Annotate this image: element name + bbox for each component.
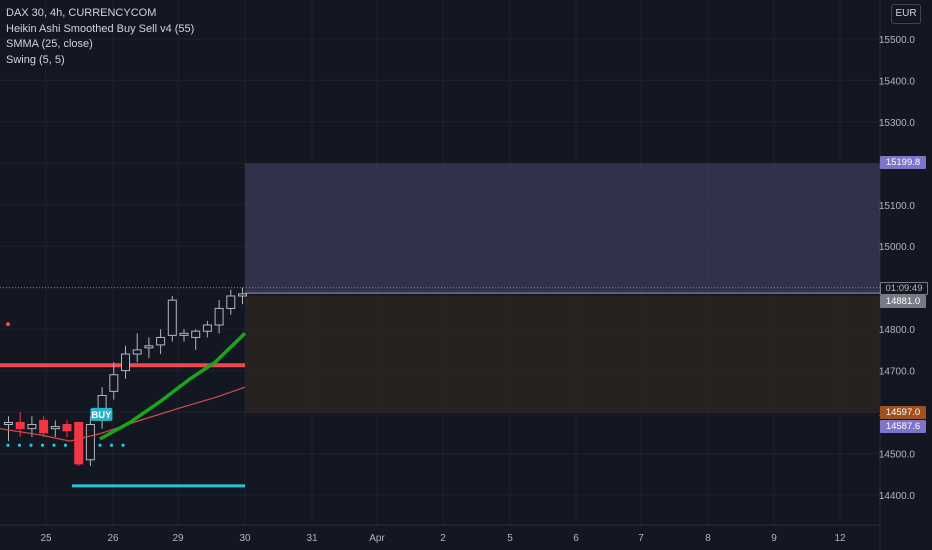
candle-body: [191, 330, 201, 338]
x-tick-label: 9: [771, 533, 777, 544]
x-tick-label: 25: [40, 533, 52, 544]
candle-body: [179, 332, 189, 336]
indicator-heikin-ashi[interactable]: Heikin Ashi Smoothed Buy Sell v4 (55): [6, 22, 194, 38]
swing-high-dot: [6, 322, 10, 327]
candle-body: [214, 307, 224, 326]
candle-body: [85, 424, 95, 461]
x-tick-label: 6: [573, 533, 579, 544]
x-tick-label: 2: [440, 533, 446, 544]
indicator-swing[interactable]: Swing (5, 5): [6, 53, 194, 69]
x-tick-label: 30: [239, 533, 251, 544]
upper-zone-price-tag: 15199.8: [880, 156, 926, 169]
currency-button[interactable]: EUR: [891, 4, 921, 24]
x-tick-label: 8: [705, 533, 711, 544]
candle-body: [74, 421, 84, 465]
x-tick-label: 29: [172, 533, 184, 544]
signal-line: [0, 386, 246, 442]
candle-body: [144, 345, 154, 349]
y-tick-label: 15000.0: [879, 242, 916, 253]
countdown-tag: 01:09:49: [880, 282, 928, 295]
y-tick-label: 14700.0: [879, 367, 916, 378]
lower-stop-zone: [245, 295, 880, 414]
smma-line: [99, 332, 247, 441]
indicator-smma[interactable]: SMMA (25, close): [6, 37, 194, 53]
y-tick-label: 15300.0: [879, 118, 916, 129]
x-tick-label: 26: [107, 533, 119, 544]
swing-dot: [98, 443, 102, 447]
candle-body: [27, 424, 37, 430]
candle-body: [39, 419, 49, 434]
x-tick-label: Apr: [369, 533, 385, 544]
symbol-title[interactable]: DAX 30, 4h, CURRENCYCOM: [6, 6, 194, 22]
candle-body: [109, 374, 119, 392]
x-tick-label: 7: [638, 533, 644, 544]
y-tick-label: 15400.0: [879, 76, 916, 87]
candle-body: [15, 421, 25, 430]
candle-body: [121, 353, 130, 372]
swing-dot: [17, 443, 22, 447]
price-chart[interactable]: BUY14400.014500.014600.014700.014800.014…: [0, 0, 932, 550]
lower-zone-price-tag-b: 14587.6: [880, 420, 926, 433]
candle-body: [4, 421, 13, 426]
candle-body: [167, 299, 177, 336]
candle-body: [238, 293, 247, 297]
x-tick-label: 12: [834, 533, 846, 544]
y-tick-label: 14800.0: [879, 325, 916, 336]
buy-signal-label: BUY: [91, 410, 112, 421]
lower-zone-price-tag-a: 14597.0: [880, 406, 926, 419]
x-tick-label: 5: [507, 533, 513, 544]
x-tick-label: 31: [306, 533, 318, 544]
upper-target-zone: [245, 163, 880, 294]
y-tick-label: 15500.0: [879, 35, 916, 46]
chart-legend: DAX 30, 4h, CURRENCYCOM Heikin Ashi Smoo…: [6, 6, 194, 68]
candle-body: [202, 324, 212, 332]
swing-dot: [109, 443, 114, 447]
swing-dot: [63, 443, 68, 447]
swing-dot: [6, 443, 10, 447]
y-tick-label: 15100.0: [879, 201, 916, 212]
swing-dot: [52, 443, 56, 447]
swing-dot: [40, 443, 45, 447]
y-tick-label: 14500.0: [879, 450, 916, 461]
candle-body: [226, 295, 236, 309]
swing-dot: [29, 443, 33, 447]
swing-dot: [121, 443, 125, 447]
last-price-tag: 14881.0: [880, 295, 926, 308]
candle-body: [132, 349, 142, 355]
candle-body: [62, 424, 72, 432]
candle-body: [156, 336, 166, 346]
y-tick-label: 14400.0: [879, 491, 916, 502]
candle-body: [50, 426, 60, 430]
